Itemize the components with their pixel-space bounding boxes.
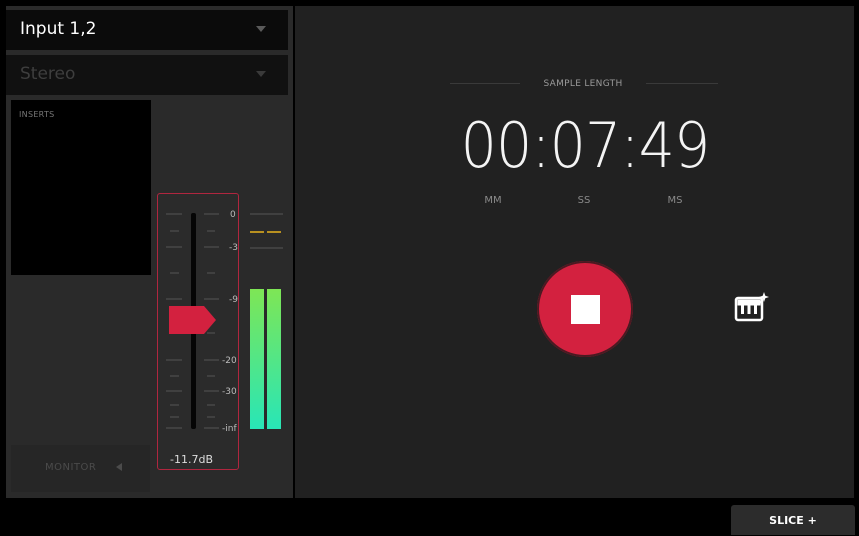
sample-length-time: 00:07:49 [460, 109, 711, 182]
stop-icon [571, 295, 600, 324]
meter-bar-right [267, 289, 281, 429]
fader-scale-label: -9 [229, 295, 238, 305]
monitor-button[interactable]: MONITOR [11, 445, 150, 492]
fader-scale-label: -3 [229, 243, 238, 253]
fader-scale: 0 -3 -9 -20 -30 -inf [165, 210, 238, 434]
caret-left-icon [116, 463, 122, 471]
mode-select[interactable]: Stereo [6, 55, 288, 95]
sample-length-header: SAMPLE LENGTH [543, 79, 623, 89]
meter-bar-left [250, 289, 264, 429]
fader-scale-label: -inf [222, 424, 237, 434]
inserts-label: INSERTS [19, 110, 55, 119]
sample-length-header-line-left [450, 83, 520, 84]
mode-select-label: Stereo [20, 64, 76, 84]
time-unit-minutes: MM [484, 195, 502, 206]
input-select-label: Input 1,2 [20, 19, 97, 39]
fader-scale-label: -30 [222, 387, 237, 397]
inserts-box[interactable]: INSERTS [11, 100, 151, 275]
chevron-down-icon [256, 26, 266, 32]
fader-handle[interactable] [168, 305, 216, 334]
time-unit-seconds: SS [577, 195, 591, 206]
volume-fader[interactable]: 0 -3 -9 -20 -30 -inf -11.7dB [157, 193, 239, 470]
fader-value-label: -11.7dB [170, 453, 213, 466]
sample-length-header-line-right [646, 83, 718, 84]
slice-plus-button[interactable]: SLICE + [731, 505, 855, 535]
stop-button[interactable] [537, 261, 633, 357]
chevron-down-icon [256, 71, 266, 77]
time-unit-milliseconds: MS [667, 195, 683, 206]
monitor-label: MONITOR [45, 462, 97, 473]
fader-scale-label: -20 [222, 356, 237, 366]
keyboard-sparkle-icon[interactable] [734, 290, 770, 326]
input-select[interactable]: Input 1,2 [6, 10, 288, 50]
level-meter [250, 213, 283, 429]
fader-scale-label: 0 [230, 210, 236, 220]
